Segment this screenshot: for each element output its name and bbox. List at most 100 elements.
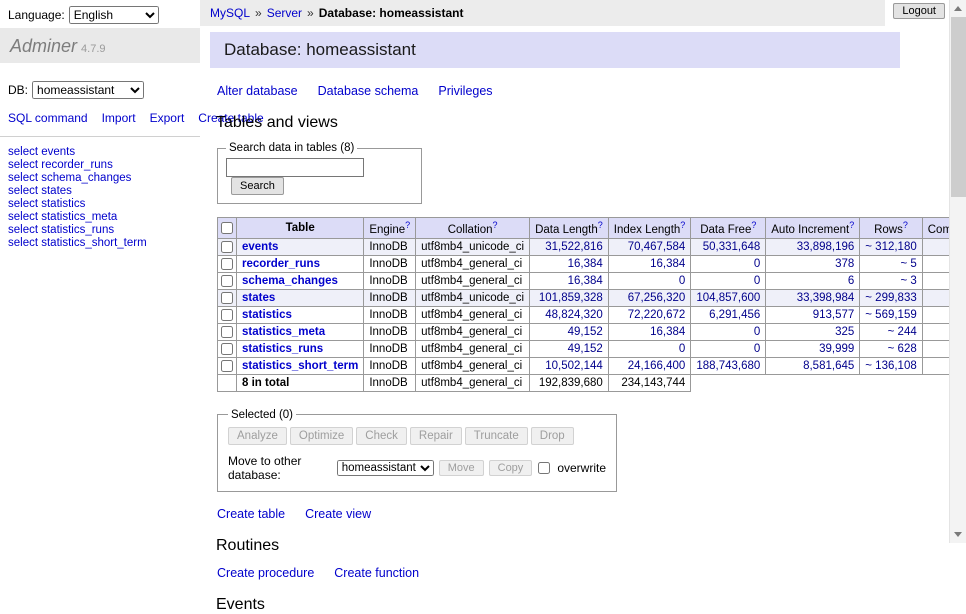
create-link[interactable]: Create view [305,507,371,521]
sidebar-table-link[interactable]: select statistics_runs [8,224,192,237]
data-length-cell: 48,824,320 [530,306,609,323]
sidebar-table-link[interactable]: select statistics [8,198,192,211]
row-checkbox[interactable] [221,275,233,287]
vertical-scrollbar[interactable] [949,0,966,543]
breadcrumb-link[interactable]: MySQL [210,6,250,20]
drop-button[interactable]: Drop [531,427,574,445]
move-button[interactable]: Move [439,460,484,476]
table-link[interactable]: statistics [242,309,292,321]
table-link[interactable]: recorder_runs [242,258,320,270]
row-checkbox[interactable] [221,326,233,338]
table-row: statistics InnoDB utf8mb4_general_ci 48,… [218,306,966,323]
database-action-link[interactable]: Alter database [217,84,298,98]
select-all-checkbox[interactable] [221,222,233,234]
column-help-link[interactable]: ? [680,220,685,230]
table-name-cell: statistics [237,306,364,323]
routine-create-link[interactable]: Create function [334,566,419,580]
sidebar-action-link[interactable]: Export [150,111,185,125]
data-length-cell: 49,152 [530,323,609,340]
app-header: Adminer4.7.9 [0,28,200,63]
data-free-cell: 104,857,600 [691,289,766,306]
logout-button[interactable]: Logout [893,3,945,19]
column-help-link[interactable]: ? [598,220,603,230]
data-length-cell: 49,152 [530,340,609,357]
overwrite-checkbox[interactable] [538,462,550,474]
language-select[interactable]: English [69,6,159,24]
auto-increment-cell: 39,999 [766,340,860,357]
database-action-link[interactable]: Database schema [318,84,419,98]
engine-cell: InnoDB [364,272,416,289]
db-select[interactable]: homeassistant [32,81,144,99]
breadcrumb-separator: » [255,6,262,20]
auto-increment-cell: 6 [766,272,860,289]
row-checkbox[interactable] [221,309,233,321]
sidebar-action-links: SQL commandImportExportCreate table [8,111,160,126]
table-link[interactable]: statistics_meta [242,326,325,338]
search-legend: Search data in tables (8) [226,142,357,154]
row-checkbox[interactable] [221,292,233,304]
row-checkbox-cell [218,340,237,357]
column-help-link[interactable]: ? [903,220,908,230]
row-checkbox[interactable] [221,241,233,253]
row-checkbox[interactable] [221,360,233,372]
row-checkbox[interactable] [221,258,233,270]
search-input[interactable] [226,158,364,177]
sidebar-table-link[interactable]: select recorder_runs [8,159,192,172]
engine-cell: InnoDB [364,323,416,340]
data-free-cell: 0 [691,340,766,357]
arrow-down-icon [954,532,962,537]
sidebar-table-link[interactable]: select statistics_meta [8,211,192,224]
analyze-button[interactable]: Analyze [228,427,287,445]
column-help-link[interactable]: ? [849,220,854,230]
repair-button[interactable]: Repair [410,427,462,445]
column-header: Index Length? [608,218,691,239]
check-button[interactable]: Check [356,427,407,445]
sidebar-table-link[interactable]: select events [8,146,192,159]
copy-button[interactable]: Copy [489,460,533,476]
table-row: statistics_short_term InnoDB utf8mb4_gen… [218,357,966,374]
move-db-select[interactable]: homeassistant [337,460,434,476]
total-spacer-cell [691,374,966,391]
table-link[interactable]: schema_changes [242,275,338,287]
sidebar-table-link[interactable]: select schema_changes [8,172,192,185]
table-name-cell: statistics_meta [237,323,364,340]
create-link[interactable]: Create table [217,507,285,521]
routine-create-link[interactable]: Create procedure [217,566,314,580]
table-link[interactable]: statistics_short_term [242,360,358,372]
engine-cell: InnoDB [364,289,416,306]
sidebar-table-links: select eventsselect recorder_runsselect … [8,146,192,250]
scrollbar-down-button[interactable] [950,526,966,543]
scrollbar-up-button[interactable] [950,0,966,17]
truncate-button[interactable]: Truncate [465,427,528,445]
sidebar-action-link[interactable]: Import [102,111,136,125]
total-label-cell: 8 in total [237,374,364,391]
rows-cell: ~ 628 [860,340,922,357]
collation-cell: utf8mb4_general_ci [416,255,530,272]
row-checkbox[interactable] [221,343,233,355]
collation-cell: utf8mb4_unicode_ci [416,289,530,306]
table-name-cell: events [237,238,364,255]
sidebar-action-link[interactable]: SQL command [8,111,88,125]
breadcrumb-link[interactable]: Server [267,6,302,20]
column-help-link[interactable]: ? [492,220,497,230]
data-free-cell: 0 [691,272,766,289]
table-link[interactable]: states [242,292,275,304]
table-link[interactable]: events [242,241,278,253]
table-link[interactable]: statistics_runs [242,343,323,355]
tables-header-row: TableEngine?Collation?Data Length?Index … [218,218,966,239]
sidebar-table-link[interactable]: select statistics_short_term [8,237,192,250]
database-action-link[interactable]: Privileges [438,84,492,98]
index-length-cell: 24,166,400 [608,357,691,374]
table-row: statistics_meta InnoDB utf8mb4_general_c… [218,323,966,340]
move-label: Move to other database: [228,454,332,482]
breadcrumb-current: Database: homeassistant [319,6,464,20]
sidebar-table-link[interactable]: select states [8,185,192,198]
column-help-link[interactable]: ? [751,220,756,230]
auto-increment-cell: 378 [766,255,860,272]
data-length-cell: 101,859,328 [530,289,609,306]
row-checkbox-cell [218,357,237,374]
column-help-link[interactable]: ? [405,220,410,230]
optimize-button[interactable]: Optimize [290,427,353,445]
scrollbar-thumb[interactable] [951,17,966,197]
search-button[interactable]: Search [231,177,284,195]
